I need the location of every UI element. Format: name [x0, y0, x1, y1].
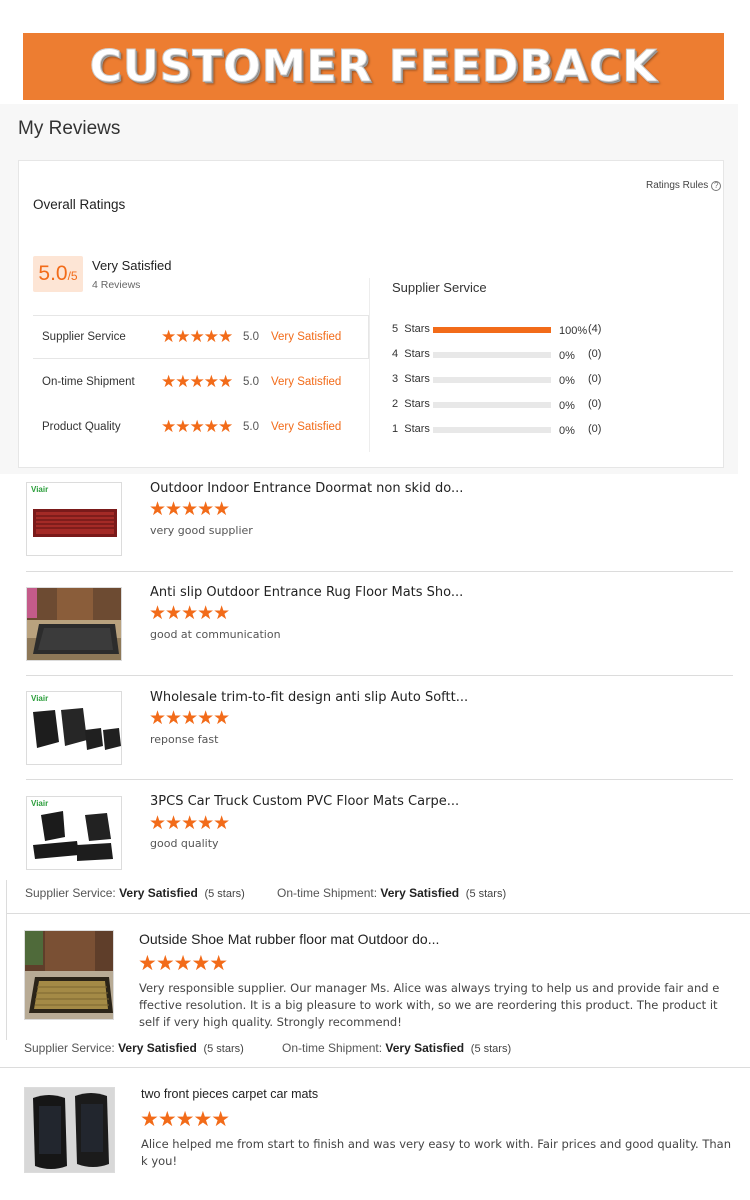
review-text: good at communication: [150, 628, 281, 641]
meta-label: On-time Shipment:: [282, 1041, 383, 1055]
meta-value: Very Satisfied: [118, 1041, 197, 1055]
star-icon: ★★★★★: [149, 708, 230, 729]
star-icon: ★★★★★: [149, 499, 230, 520]
review-text: Alice helped me from start to finish and…: [141, 1137, 732, 1168]
product-thumbnail[interactable]: [24, 1087, 115, 1173]
distribution-bar: [433, 402, 551, 408]
metric-score: 5.0: [243, 376, 259, 388]
review-text: very good supplier: [150, 524, 253, 537]
brand-logo: Viair: [31, 485, 49, 494]
review-divider: [26, 779, 733, 780]
meta-stars: (5 stars): [204, 888, 245, 900]
shipment-meta: On-time Shipment: Very Satisfied (5 star…: [277, 886, 506, 900]
metric-label: Very Satisfied: [271, 376, 342, 388]
metric-label: Very Satisfied: [271, 331, 342, 343]
review-text: reponse fast: [150, 733, 219, 746]
star-icon: ★★★★★: [161, 327, 233, 346]
shipment-meta: On-time Shipment: Very Satisfied (5 star…: [282, 1041, 511, 1055]
brand-logo: Viair: [31, 694, 49, 703]
distribution-count: (0): [588, 423, 602, 435]
star-icon: ★★★★★: [161, 372, 233, 391]
distribution-count: (0): [588, 348, 602, 360]
star-icon: ★★★★★: [149, 813, 230, 834]
ratings-rules-link[interactable]: Ratings Rules ?: [646, 180, 722, 191]
product-thumbnail[interactable]: Viair: [26, 691, 122, 765]
meta-stars: (5 stars): [203, 1043, 244, 1055]
distribution-bar-fill: [433, 327, 551, 333]
metric-label: Very Satisfied: [271, 421, 342, 433]
meta-label: Supplier Service:: [25, 886, 116, 900]
brand-logo: Viair: [31, 799, 49, 808]
carpet-mats-photo: [25, 1088, 114, 1172]
distribution-label: 3 Stars: [392, 373, 430, 385]
distribution-label: 1 Stars: [392, 423, 430, 435]
distribution-label: 2 Stars: [392, 398, 430, 410]
feedback-banner: CUSTOMER FEEDBACK: [23, 33, 724, 100]
review-text: Very responsible supplier. Our manager M…: [139, 981, 720, 1029]
product-thumbnail[interactable]: Viair: [26, 796, 122, 870]
distribution-percent: 0%: [559, 400, 575, 412]
meta-label: Supplier Service:: [24, 1041, 115, 1055]
meta-value: Very Satisfied: [385, 1041, 465, 1055]
meta-stars: (5 stars): [465, 888, 507, 900]
metric-name: Product Quality: [42, 421, 121, 433]
star-icon: ★★★★★: [140, 1108, 230, 1131]
distribution-count: (0): [588, 373, 602, 385]
review-divider: [6, 913, 750, 914]
reviews-count: 4 Reviews: [92, 279, 141, 291]
ratings-rules-label: Ratings Rules: [646, 180, 709, 191]
product-thumbnail[interactable]: [24, 930, 114, 1020]
distribution-bar: [433, 327, 551, 333]
section-border: [6, 880, 7, 1040]
review-product-title[interactable]: 3PCS Car Truck Custom PVC Floor Mats Car…: [150, 794, 459, 809]
distribution-count: (0): [588, 398, 602, 410]
star-icon: ★★★★★: [149, 603, 230, 624]
supplier-service-meta: Supplier Service: Very Satisfied (5 star…: [24, 1041, 244, 1055]
panel-divider: [369, 278, 370, 452]
distribution-bar: [433, 352, 551, 358]
review-text: good quality: [150, 837, 219, 850]
metric-score: 5.0: [243, 421, 259, 433]
review-divider: [0, 1067, 750, 1068]
overall-ratings-title: Overall Ratings: [33, 197, 126, 212]
review-product-title[interactable]: Outdoor Indoor Entrance Doormat non skid…: [150, 481, 463, 496]
supplier-service-meta: Supplier Service: Very Satisfied (5 star…: [25, 886, 245, 900]
page-title: My Reviews: [18, 118, 121, 139]
overall-score-suffix: /5: [67, 269, 78, 283]
review-divider: [26, 675, 733, 676]
question-circle-icon: ?: [711, 180, 722, 191]
distribution-count: (4): [588, 323, 602, 335]
review-product-title[interactable]: Outside Shoe Mat rubber floor mat Outdoo…: [139, 931, 439, 947]
metric-score: 5.0: [243, 331, 259, 343]
distribution-label: 4 Stars: [392, 348, 430, 360]
distribution-percent: 100%: [559, 325, 588, 337]
banner-title: CUSTOMER FEEDBACK: [89, 41, 658, 93]
review-product-title[interactable]: Wholesale trim-to-fit design anti slip A…: [150, 690, 468, 705]
product-thumbnail[interactable]: Viair: [26, 482, 122, 556]
review-divider: [26, 571, 733, 572]
overall-score: 5.0: [38, 262, 68, 285]
distribution-percent: 0%: [559, 425, 575, 437]
distribution-bar: [433, 427, 551, 433]
metric-name: Supplier Service: [42, 331, 126, 343]
distribution-percent: 0%: [559, 350, 575, 362]
product-thumbnail[interactable]: [26, 587, 122, 661]
meta-value: Very Satisfied: [380, 886, 460, 900]
star-icon: ★★★★★: [161, 417, 233, 436]
star-icon: ★★★★★: [138, 952, 228, 975]
meta-label: On-time Shipment:: [277, 886, 378, 900]
metric-name: On-time Shipment: [42, 376, 135, 388]
distribution-percent: 0%: [559, 375, 575, 387]
distribution-bar: [433, 377, 551, 383]
overall-score-badge: 5.0/5: [33, 256, 83, 292]
meta-value: Very Satisfied: [119, 886, 198, 900]
meta-stars: (5 stars): [470, 1043, 512, 1055]
shoe-mat-photo: [25, 931, 113, 1019]
supplier-service-title: Supplier Service: [392, 280, 487, 295]
doormat-photo: [27, 588, 121, 660]
distribution-label: 5 Stars: [392, 323, 430, 335]
review-product-title[interactable]: Anti slip Outdoor Entrance Rug Floor Mat…: [150, 585, 463, 600]
overall-score-label: Very Satisfied: [92, 258, 172, 273]
review-product-title[interactable]: two front pieces carpet car mats: [141, 1087, 318, 1101]
